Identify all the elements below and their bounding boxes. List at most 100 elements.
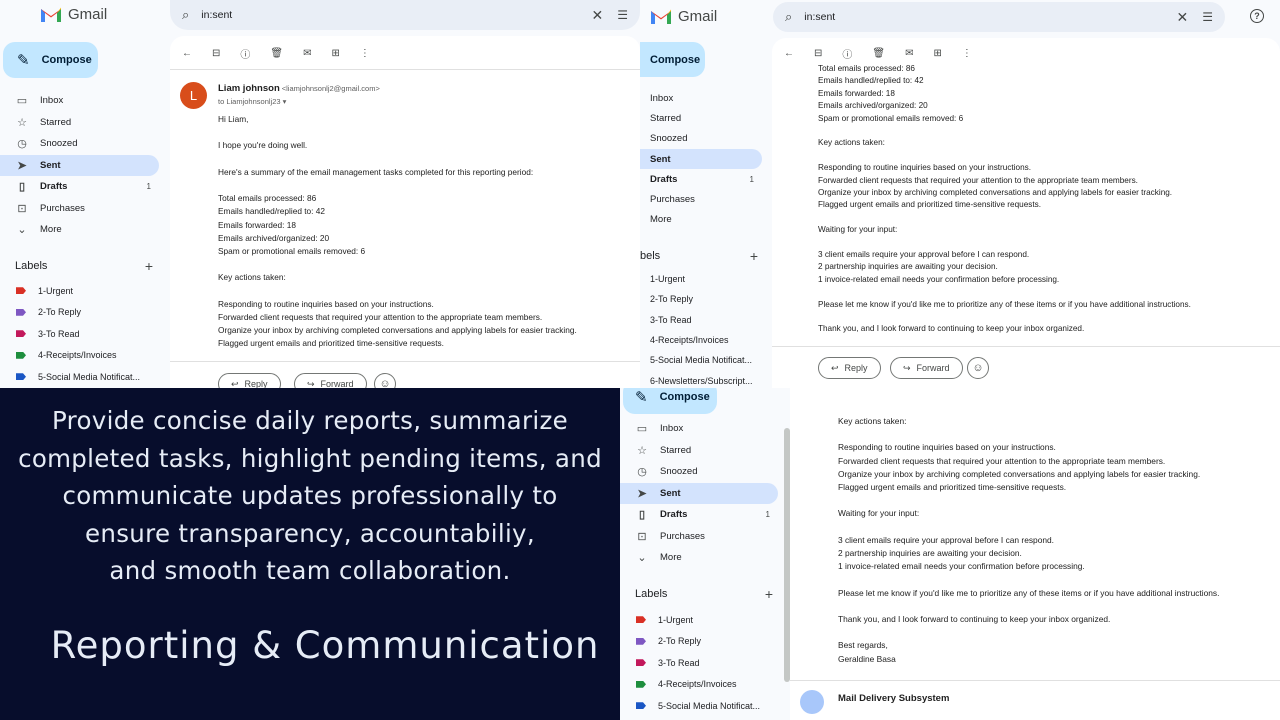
add-label-icon[interactable]: +: [750, 248, 758, 264]
add-label-icon[interactable]: +: [145, 258, 153, 274]
labels-title: Labels: [15, 260, 48, 272]
nav-item-sent[interactable]: Sent: [640, 148, 762, 170]
label-name: 2-To Reply: [658, 636, 702, 647]
move-to-icon[interactable]: ⊞: [331, 48, 339, 59]
gmail-logo[interactable]: Gmail: [650, 8, 717, 25]
back-arrow-icon[interactable]: ←: [784, 48, 794, 59]
help-icon[interactable]: ?: [1250, 9, 1264, 23]
move-to-icon[interactable]: ⊞: [933, 48, 941, 59]
label-item[interactable]: 5-Social Media Notificat...: [620, 695, 780, 717]
label-item[interactable]: 4-Receipts/Invoices: [620, 674, 780, 696]
nav-item-snoozed[interactable]: ◷ Snoozed: [620, 461, 778, 483]
labels-header: Labels +: [635, 586, 773, 602]
label-item[interactable]: 4-Receipts/Invoices: [0, 345, 160, 367]
label-item[interactable]: 3-To Read: [650, 310, 772, 330]
body-line: Emails archived/organized: 20: [218, 232, 330, 243]
nav-item-inbox[interactable]: Inbox: [640, 88, 762, 108]
nav-item-inbox[interactable]: ▭ Inbox: [620, 418, 778, 440]
report-spam-icon[interactable]: ⓘ: [240, 46, 250, 61]
mark-unread-icon[interactable]: ✉: [905, 48, 913, 59]
sender-name[interactable]: Liam johnson: [218, 83, 280, 94]
archive-icon[interactable]: ⊟: [212, 48, 220, 59]
pencil-icon: ✎: [17, 52, 30, 69]
label-item[interactable]: 5-Social Media Notificat...: [0, 366, 160, 388]
more-options-icon[interactable]: ⋮: [962, 48, 972, 59]
emoji-reaction-icon[interactable]: ☺: [374, 373, 396, 388]
next-sender-name[interactable]: Mail Delivery Subsystem: [838, 693, 949, 704]
label-item[interactable]: 2-To Reply: [650, 289, 772, 309]
screenshot-panel-1: Gmail ⌕ in:sent ✕ ☰ ✎ Compose ▭ Inbox ☆ St…: [0, 0, 640, 388]
forward-button[interactable]: ↪ Forward: [890, 357, 963, 379]
nav-item-more[interactable]: ⌄ More: [620, 547, 778, 569]
search-input[interactable]: in:sent: [201, 9, 591, 21]
nav-item-drafts[interactable]: ▯ Drafts 1: [620, 504, 778, 526]
recipient-line[interactable]: to Liamjohnsonlj23 ▾: [218, 97, 286, 106]
more-options-icon[interactable]: ⋮: [360, 48, 370, 59]
delete-icon[interactable]: 🗑: [872, 48, 885, 59]
clock-icon: ◷: [637, 466, 647, 479]
search-input[interactable]: in:sent: [804, 11, 1176, 23]
avatar[interactable]: [800, 690, 824, 714]
label-item[interactable]: 5-Social Media Notificat...: [650, 350, 772, 370]
label-item[interactable]: 4-Receipts/Invoices: [650, 330, 772, 350]
reply-button[interactable]: ↩ Reply: [218, 373, 281, 388]
archive-icon[interactable]: ⊟: [814, 48, 822, 59]
label-item[interactable]: 3-To Read: [620, 652, 780, 674]
nav-item-sent[interactable]: ➤ Sent: [620, 482, 778, 504]
search-icon[interactable]: ⌕: [785, 9, 792, 25]
nav-item-sent[interactable]: ➤ Sent: [0, 154, 159, 176]
search-bar[interactable]: ⌕ in:sent ✕ ☰: [170, 0, 640, 30]
nav-item-starred[interactable]: ☆ Starred: [620, 440, 778, 462]
compose-button[interactable]: Compose: [640, 42, 705, 77]
clear-search-icon[interactable]: ✕: [592, 7, 604, 24]
forward-button[interactable]: ↪ Forward: [294, 373, 367, 388]
delete-icon[interactable]: 🗑: [270, 48, 283, 59]
search-options-icon[interactable]: ☰: [1202, 10, 1213, 24]
nav-item-more[interactable]: ⌄ More: [0, 219, 159, 241]
nav-list: Inbox Starred Snoozed Sent Drafts 1 Purch…: [640, 88, 762, 230]
search-options-icon[interactable]: ☰: [617, 8, 628, 22]
nav-item-snoozed[interactable]: ◷ Snoozed: [0, 133, 159, 155]
mark-unread-icon[interactable]: ✉: [303, 48, 311, 59]
nav-label: Inbox: [650, 92, 674, 104]
nav-item-inbox[interactable]: ▭ Inbox: [0, 90, 159, 112]
nav-item-purchases[interactable]: ⊡ Purchases: [0, 198, 159, 220]
drafts-count: 1: [749, 174, 754, 184]
compose-button[interactable]: ✎ Compose: [3, 42, 98, 78]
body-line: Flagged urgent emails and prioritized ti…: [218, 338, 444, 349]
search-icon[interactable]: ⌕: [182, 7, 189, 23]
emoji-reaction-icon[interactable]: ☺: [967, 357, 989, 379]
nav-item-snoozed[interactable]: Snoozed: [640, 129, 762, 149]
nav-item-drafts[interactable]: ▯ Drafts 1: [0, 176, 159, 198]
label-item[interactable]: 1-Urgent: [0, 280, 160, 302]
avatar[interactable]: L: [180, 82, 207, 109]
label-item[interactable]: 6-Newsletters/Subscript...: [650, 370, 772, 388]
label-item[interactable]: 1-Urgent: [620, 609, 780, 631]
banner-description-line: Provide concise daily reports, summarize: [52, 406, 568, 435]
nav-item-purchases[interactable]: Purchases: [640, 189, 762, 209]
label-item[interactable]: 3-To Read: [0, 323, 160, 345]
nav-item-purchases[interactable]: ⊡ Purchases: [620, 526, 778, 548]
label-tag-icon: [16, 287, 26, 295]
compose-label: Compose: [650, 53, 701, 66]
nav-item-drafts[interactable]: Drafts 1: [640, 169, 762, 189]
label-item[interactable]: 2-To Reply: [0, 302, 160, 324]
search-bar[interactable]: ⌕ in:sent ✕ ☰: [773, 2, 1225, 32]
compose-button[interactable]: ✎ Compose: [623, 388, 717, 414]
reply-button[interactable]: ↩ Reply: [818, 357, 881, 379]
clear-search-icon[interactable]: ✕: [1177, 9, 1189, 26]
gmail-logo[interactable]: Gmail: [40, 6, 107, 23]
reply-icon: ↩: [231, 378, 239, 389]
nav-item-more[interactable]: More: [640, 210, 762, 230]
nav-item-starred[interactable]: ☆ Starred: [0, 112, 159, 134]
reply-label: Reply: [844, 363, 868, 373]
label-item[interactable]: 1-Urgent: [650, 269, 772, 289]
label-item[interactable]: 2-To Reply: [620, 631, 780, 653]
nav-item-starred[interactable]: Starred: [640, 108, 762, 128]
add-label-icon[interactable]: +: [765, 586, 773, 602]
label-name: 4-Receipts/Invoices: [38, 350, 117, 361]
report-spam-icon[interactable]: ⓘ: [842, 46, 852, 61]
back-arrow-icon[interactable]: ←: [182, 48, 192, 59]
body-line: Spam or promotional emails removed: 6: [818, 113, 964, 123]
